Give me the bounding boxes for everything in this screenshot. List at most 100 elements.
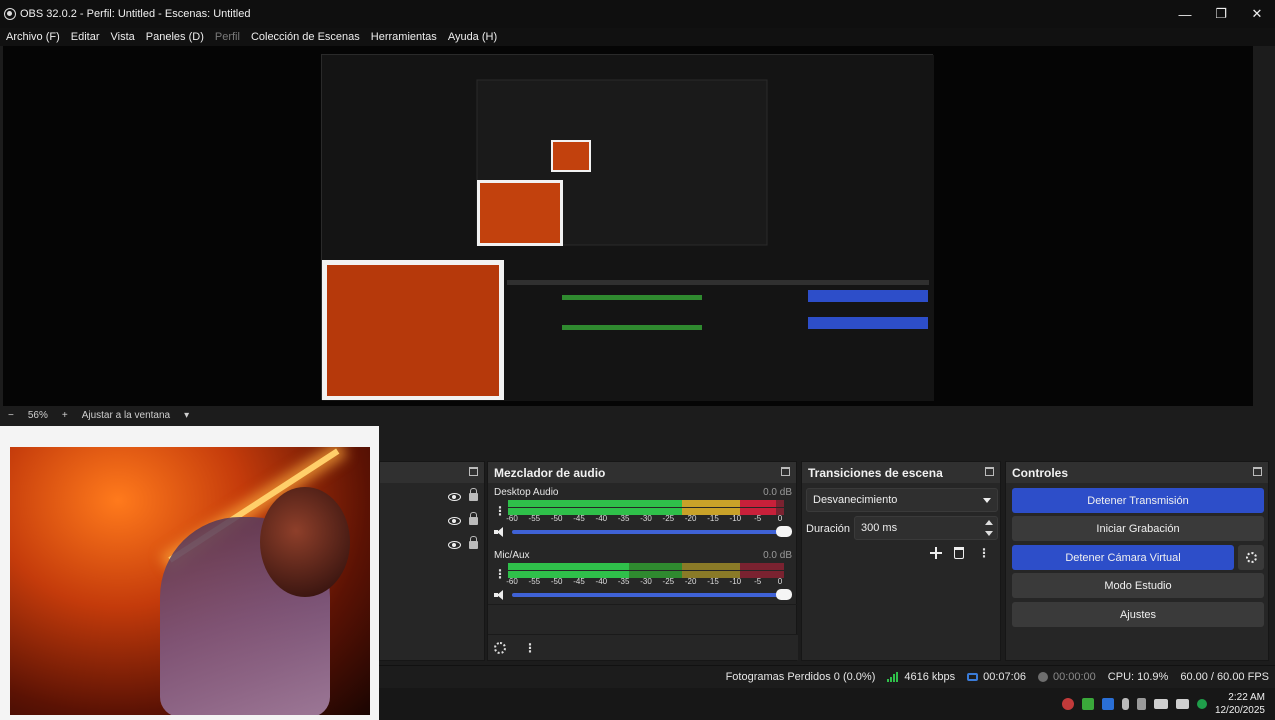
menu-herramientas[interactable]: Herramientas [371, 31, 437, 43]
kebab-menu-icon[interactable]: ⋮ [494, 567, 506, 581]
speaker-icon[interactable] [494, 590, 508, 600]
start-recording-button[interactable]: Iniciar Grabación [1012, 516, 1264, 541]
transition-select[interactable]: Desvanecimiento [806, 488, 998, 512]
transitions-title: Transiciones de escena [802, 462, 1000, 483]
source-row[interactable] [380, 486, 486, 508]
transition-tools: ⋮ [930, 546, 992, 560]
stop-stream-button[interactable]: Detener Transmisión [1012, 488, 1264, 513]
eye-icon[interactable] [448, 541, 461, 549]
webcam-frame [10, 447, 370, 715]
lock-icon[interactable] [469, 512, 478, 525]
menu-editar[interactable]: Editar [71, 31, 100, 43]
controls-title: Controles [1006, 462, 1268, 483]
menu-vista[interactable]: Vista [111, 31, 135, 43]
chevron-left-icon[interactable] [1136, 698, 1146, 710]
channel-name: Desktop Audio [494, 487, 559, 498]
settings-button[interactable]: Ajustes [1012, 602, 1264, 627]
meter-tick-label: -5 [754, 514, 762, 523]
kebab-menu-icon[interactable]: ⋮ [524, 641, 536, 655]
meter-bar-left [508, 563, 784, 570]
stream-time-value: 00:07:06 [983, 670, 1026, 683]
audio-mixer-title-text: Mezclador de audio [494, 465, 606, 480]
eye-icon[interactable] [448, 517, 461, 525]
zoom-dropdown-button[interactable]: ▾ [184, 410, 189, 421]
mixer-channel-mic: Mic/Aux 0.0 dB ⋮ -60 -55 -50 -45 -40 -35 -30- [494, 550, 792, 603]
minimize-button[interactable]: — [1167, 0, 1203, 28]
clock-date: 12/20/2025 [1214, 705, 1265, 716]
maximize-button[interactable]: ❐ [1203, 0, 1239, 28]
lock-icon[interactable] [469, 488, 478, 501]
stop-virtual-camera-button[interactable]: Detener Cámara Virtual [1012, 545, 1234, 570]
float-icon[interactable] [1253, 467, 1262, 476]
transition-select-value: Desvanecimiento [813, 494, 898, 506]
float-icon[interactable] [985, 467, 994, 476]
menu-archivo[interactable]: Archivo (F) [6, 31, 60, 43]
system-clock[interactable]: 2:22 AM 12/20/2025 [1215, 691, 1265, 717]
microphone-icon[interactable] [1121, 698, 1129, 710]
volume-slider[interactable] [512, 526, 792, 537]
audio-mixer-dock: Mezclador de audio Desktop Audio 0.0 dB … [487, 461, 798, 661]
zoom-in-button[interactable]: + [62, 410, 68, 421]
system-taskbar: 2:22 AM 12/20/2025 [379, 688, 1275, 720]
source-row[interactable] [380, 510, 486, 532]
meter-tick-label: -10 [729, 514, 742, 523]
meter-tick-label: -60 [506, 577, 518, 586]
meter-tick-label: -40 [595, 514, 608, 523]
add-transition-plus-icon[interactable] [930, 547, 942, 559]
bitrate-status: 4616 kbps [887, 671, 955, 683]
live-stream-icon [967, 672, 979, 681]
spin-down-icon[interactable] [985, 531, 993, 536]
advanced-audio-gears-icon[interactable] [494, 641, 506, 654]
close-button[interactable]: ✕ [1239, 0, 1275, 28]
network-icon[interactable] [1153, 699, 1168, 709]
nested-capture-graphic [322, 55, 934, 401]
signal-bars-icon [887, 671, 899, 682]
menu-perfil: Perfil [214, 31, 240, 43]
kebab-menu-icon[interactable]: ⋮ [978, 546, 990, 560]
volume-slider-knob[interactable] [776, 526, 792, 537]
spin-up-icon[interactable] [985, 520, 993, 525]
speaker-icon[interactable] [494, 527, 508, 537]
meter-tick-label: -60 [506, 514, 518, 523]
steam-tray-icon[interactable] [1101, 698, 1114, 710]
status-bar: Fotogramas Perdidos 0 (0.0%) 4616 kbps 0… [379, 665, 1275, 687]
meter-tick-label: -15 [707, 514, 719, 523]
menu-paneles[interactable]: Paneles (D) [146, 31, 204, 43]
meter-tick-label: 0 [777, 577, 783, 586]
meter-bar-left [508, 500, 784, 507]
eye-icon[interactable] [448, 493, 461, 501]
meter-level-fill [508, 500, 776, 507]
source-row[interactable] [380, 534, 486, 556]
volume-slider[interactable] [512, 589, 792, 600]
kebab-menu-icon[interactable]: ⋮ [494, 504, 506, 518]
audio-mixer-title: Mezclador de audio [488, 462, 796, 483]
float-icon[interactable] [469, 467, 478, 476]
duration-field[interactable]: 300 ms [854, 516, 998, 540]
meter-tick-label: -55 [528, 577, 541, 586]
volume-icon[interactable] [1175, 699, 1189, 709]
lock-icon[interactable] [469, 536, 478, 549]
meter-tick-label: -15 [707, 577, 719, 586]
meter-zone-yellow [681, 563, 740, 570]
obs-tray-icon[interactable] [1061, 698, 1074, 710]
volume-slider-knob[interactable] [776, 589, 792, 600]
studio-mode-button[interactable]: Modo Estudio [1012, 573, 1264, 598]
meter-tick-label: -30 [640, 577, 652, 586]
menu-ayuda[interactable]: Ayuda (H) [448, 31, 497, 43]
meter-tick-label: -40 [595, 577, 608, 586]
virtual-camera-settings-button[interactable] [1238, 545, 1264, 570]
zoom-fit-label[interactable]: Ajustar a la ventana [82, 410, 170, 421]
mixer-divider [488, 604, 798, 605]
meter-tick-label: -50 [550, 514, 563, 523]
app-tray-icon[interactable] [1081, 698, 1094, 710]
float-icon[interactable] [781, 467, 790, 476]
meter-tick-label: -10 [729, 577, 742, 586]
meter-tick-label: -20 [684, 577, 697, 586]
zoom-out-button[interactable]: − [8, 410, 14, 421]
remove-transition-trash-icon[interactable] [954, 547, 964, 559]
channel-db: 0.0 dB [763, 550, 792, 561]
transitions-title-text: Transiciones de escena [808, 465, 943, 480]
menu-coleccion-escenas[interactable]: Colección de Escenas [251, 31, 360, 43]
transitions-dock: Transiciones de escena Desvanecimiento D… [801, 461, 1001, 661]
zoom-bar: − 56% + Ajustar a la ventana ▾ [0, 406, 1275, 424]
